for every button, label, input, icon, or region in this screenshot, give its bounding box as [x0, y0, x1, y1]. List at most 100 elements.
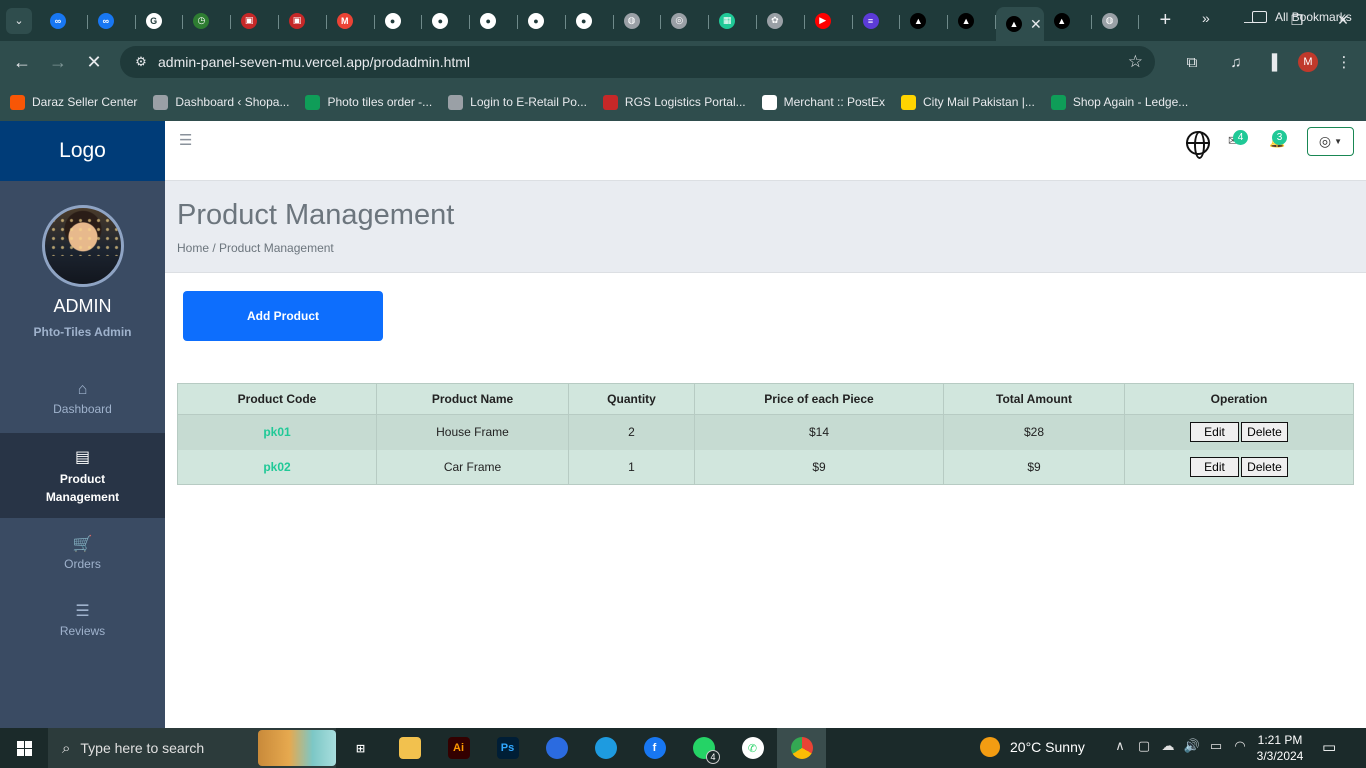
browser-tab[interactable]: ∞ [88, 5, 136, 37]
whatsapp-icon[interactable]: 4 [679, 728, 728, 768]
sidebar-item-label: Orders [64, 557, 101, 571]
tab-search-icon[interactable]: ⌄ [6, 7, 32, 34]
illustrator-icon[interactable]: Ai [434, 728, 483, 768]
sidebar: Logo ADMIN Phto-Tiles Admin ⌂ Dashboard … [0, 121, 165, 728]
browser-tab[interactable]: ● [518, 5, 566, 37]
profile-button[interactable]: M [1290, 44, 1326, 80]
browser-tab[interactable]: ● [422, 5, 471, 37]
product-quantity: 2 [568, 414, 695, 450]
menu-kebab-icon[interactable]: ⋮ [1326, 44, 1362, 80]
photoshop-icon[interactable]: Ps [483, 728, 532, 768]
sidebar-item-reviews[interactable]: ☰ Reviews [0, 601, 165, 651]
taskbar-search[interactable]: ⌕ Type here to search [48, 728, 336, 768]
browser-tab[interactable]: ▲ [1044, 5, 1092, 37]
bookmark-item[interactable]: City Mail Pakistan |... [901, 94, 1035, 110]
sidebar-item-orders[interactable]: 🛒 Orders [0, 534, 165, 584]
browser-tab[interactable]: ∞ [40, 5, 88, 37]
browser-tab[interactable]: ≡ [853, 5, 901, 37]
meet-now-icon[interactable]: ▢ [1132, 738, 1156, 754]
new-tab-button[interactable]: + [1151, 9, 1179, 32]
vercel-icon: ▲ [958, 12, 975, 29]
bookmark-star-icon[interactable]: ☆ [1128, 52, 1143, 72]
folder-icon [1252, 11, 1267, 23]
clock-date: 3/3/2024 [1256, 749, 1304, 763]
browser-tab[interactable]: ✿ [757, 5, 805, 37]
browser-tab[interactable]: ▣ [279, 5, 327, 37]
browser-tab[interactable]: ▣ [231, 5, 279, 37]
edge-icon[interactable] [581, 728, 630, 768]
browser-tab[interactable]: ● [566, 5, 614, 37]
bookmark-item[interactable]: Login to E-Retail Po... [448, 94, 587, 110]
weather-widget[interactable]: 20°C Sunny [980, 737, 1085, 757]
browser-tab[interactable]: ▦ [709, 5, 757, 37]
edit-button[interactable]: Edit [1190, 456, 1239, 477]
sheet-icon [305, 94, 321, 110]
browser-tab[interactable]: ◍ [614, 5, 662, 37]
delete-button[interactable]: Delete [1241, 456, 1288, 477]
wifi-icon[interactable]: ◠ [1228, 738, 1252, 754]
stop-loading-icon[interactable]: ✕ [76, 44, 112, 80]
product-code: pk02 [177, 449, 377, 485]
bookmark-item[interactable]: Daraz Seller Center [10, 94, 138, 110]
column-header: Product Name [376, 383, 569, 415]
browser-tab[interactable]: ● [470, 5, 518, 37]
file-explorer-icon[interactable] [385, 728, 434, 768]
breadcrumb: Home / Product Management [177, 241, 334, 255]
bookmark-item[interactable]: Merchant :: PostEx [761, 94, 885, 110]
browser-tab[interactable]: ▲ [948, 5, 996, 37]
user-menu-button[interactable]: ◎ ▼ [1307, 127, 1354, 156]
add-product-button[interactable]: Add Product [183, 291, 383, 341]
product-total: $9 [943, 449, 1125, 485]
edit-button[interactable]: Edit [1190, 422, 1239, 443]
sidebar-item-product-management[interactable]: ▤ Product Management [0, 433, 165, 518]
profile-avatar: M [1298, 52, 1318, 72]
logo[interactable]: Logo [0, 121, 165, 181]
browser-tab[interactable]: ▶ [805, 5, 853, 37]
hamburger-menu-icon[interactable]: ☰ [179, 131, 192, 149]
daraz-icon [10, 94, 25, 110]
bookmark-item[interactable]: Shop Again - Ledge... [1050, 94, 1188, 110]
browser-tab[interactable]: ◍ [1092, 5, 1140, 37]
forward-icon[interactable]: → [40, 44, 76, 80]
extensions-icon[interactable]: ⧉ [1174, 44, 1210, 80]
taskbar-clock[interactable]: 1:21 PM 3/3/2024 [1252, 732, 1308, 764]
bookmarks-overflow-icon[interactable]: » [1202, 10, 1210, 26]
task-view-icon[interactable]: ⊞ [336, 728, 385, 768]
search-highlight-image [258, 730, 336, 766]
show-hidden-icons-icon[interactable]: ∧ [1108, 738, 1132, 754]
close-tab-icon[interactable]: ✕ [1030, 16, 1042, 33]
browser-tab[interactable]: M [327, 5, 375, 37]
system-tray: ∧ ▢ ☁ 🔊 ▭ ◠ [1108, 738, 1252, 754]
firefox-icon[interactable] [532, 728, 581, 768]
bookmark-item[interactable]: RGS Logistics Portal... [602, 94, 746, 110]
whatsapp-web-icon[interactable]: ✆ [728, 728, 777, 768]
all-bookmarks-button[interactable]: All Bookmarks [1252, 10, 1352, 24]
bookmark-item[interactable]: Dashboard ‹ Shopa... [153, 94, 290, 110]
address-url[interactable]: admin-panel-seven-mu.vercel.app/prodadmi… [158, 54, 470, 70]
facebook-icon[interactable]: f [630, 728, 679, 768]
address-bar[interactable]: ⚙ admin-panel-seven-mu.vercel.app/prodad… [120, 46, 1155, 78]
chrome-icon[interactable] [777, 728, 826, 768]
site-settings-icon[interactable]: ⚙ [126, 54, 156, 70]
windows-start-icon[interactable] [0, 728, 48, 768]
back-icon[interactable]: ← [4, 44, 40, 80]
browser-tab[interactable]: ● [375, 5, 423, 37]
browser-tab[interactable]: ▲ ✕ [995, 7, 1044, 41]
github-icon: ● [575, 12, 592, 29]
browser-tab[interactable]: ◷ [183, 5, 232, 37]
media-controls-icon[interactable]: ♫ [1218, 44, 1254, 80]
language-globe-icon[interactable] [1186, 131, 1210, 159]
volume-icon[interactable]: 🔊 [1180, 738, 1204, 754]
notification-center-icon[interactable]: ▭ [1322, 738, 1336, 756]
bookmark-label: Daraz Seller Center [32, 95, 138, 109]
browser-tab[interactable]: ◎ [661, 5, 710, 37]
bookmark-label: Dashboard ‹ Shopa... [175, 95, 290, 109]
delete-button[interactable]: Delete [1241, 422, 1288, 443]
sidebar-item-dashboard[interactable]: ⌂ Dashboard [0, 379, 165, 429]
browser-tab[interactable]: ▲ [900, 5, 949, 37]
onedrive-icon[interactable]: ☁ [1156, 738, 1180, 754]
browser-tab[interactable]: G [136, 5, 184, 37]
bookmark-item[interactable]: Photo tiles order -... [305, 94, 432, 110]
side-panel-icon[interactable]: ▐ [1254, 44, 1290, 80]
battery-icon[interactable]: ▭ [1204, 738, 1228, 754]
